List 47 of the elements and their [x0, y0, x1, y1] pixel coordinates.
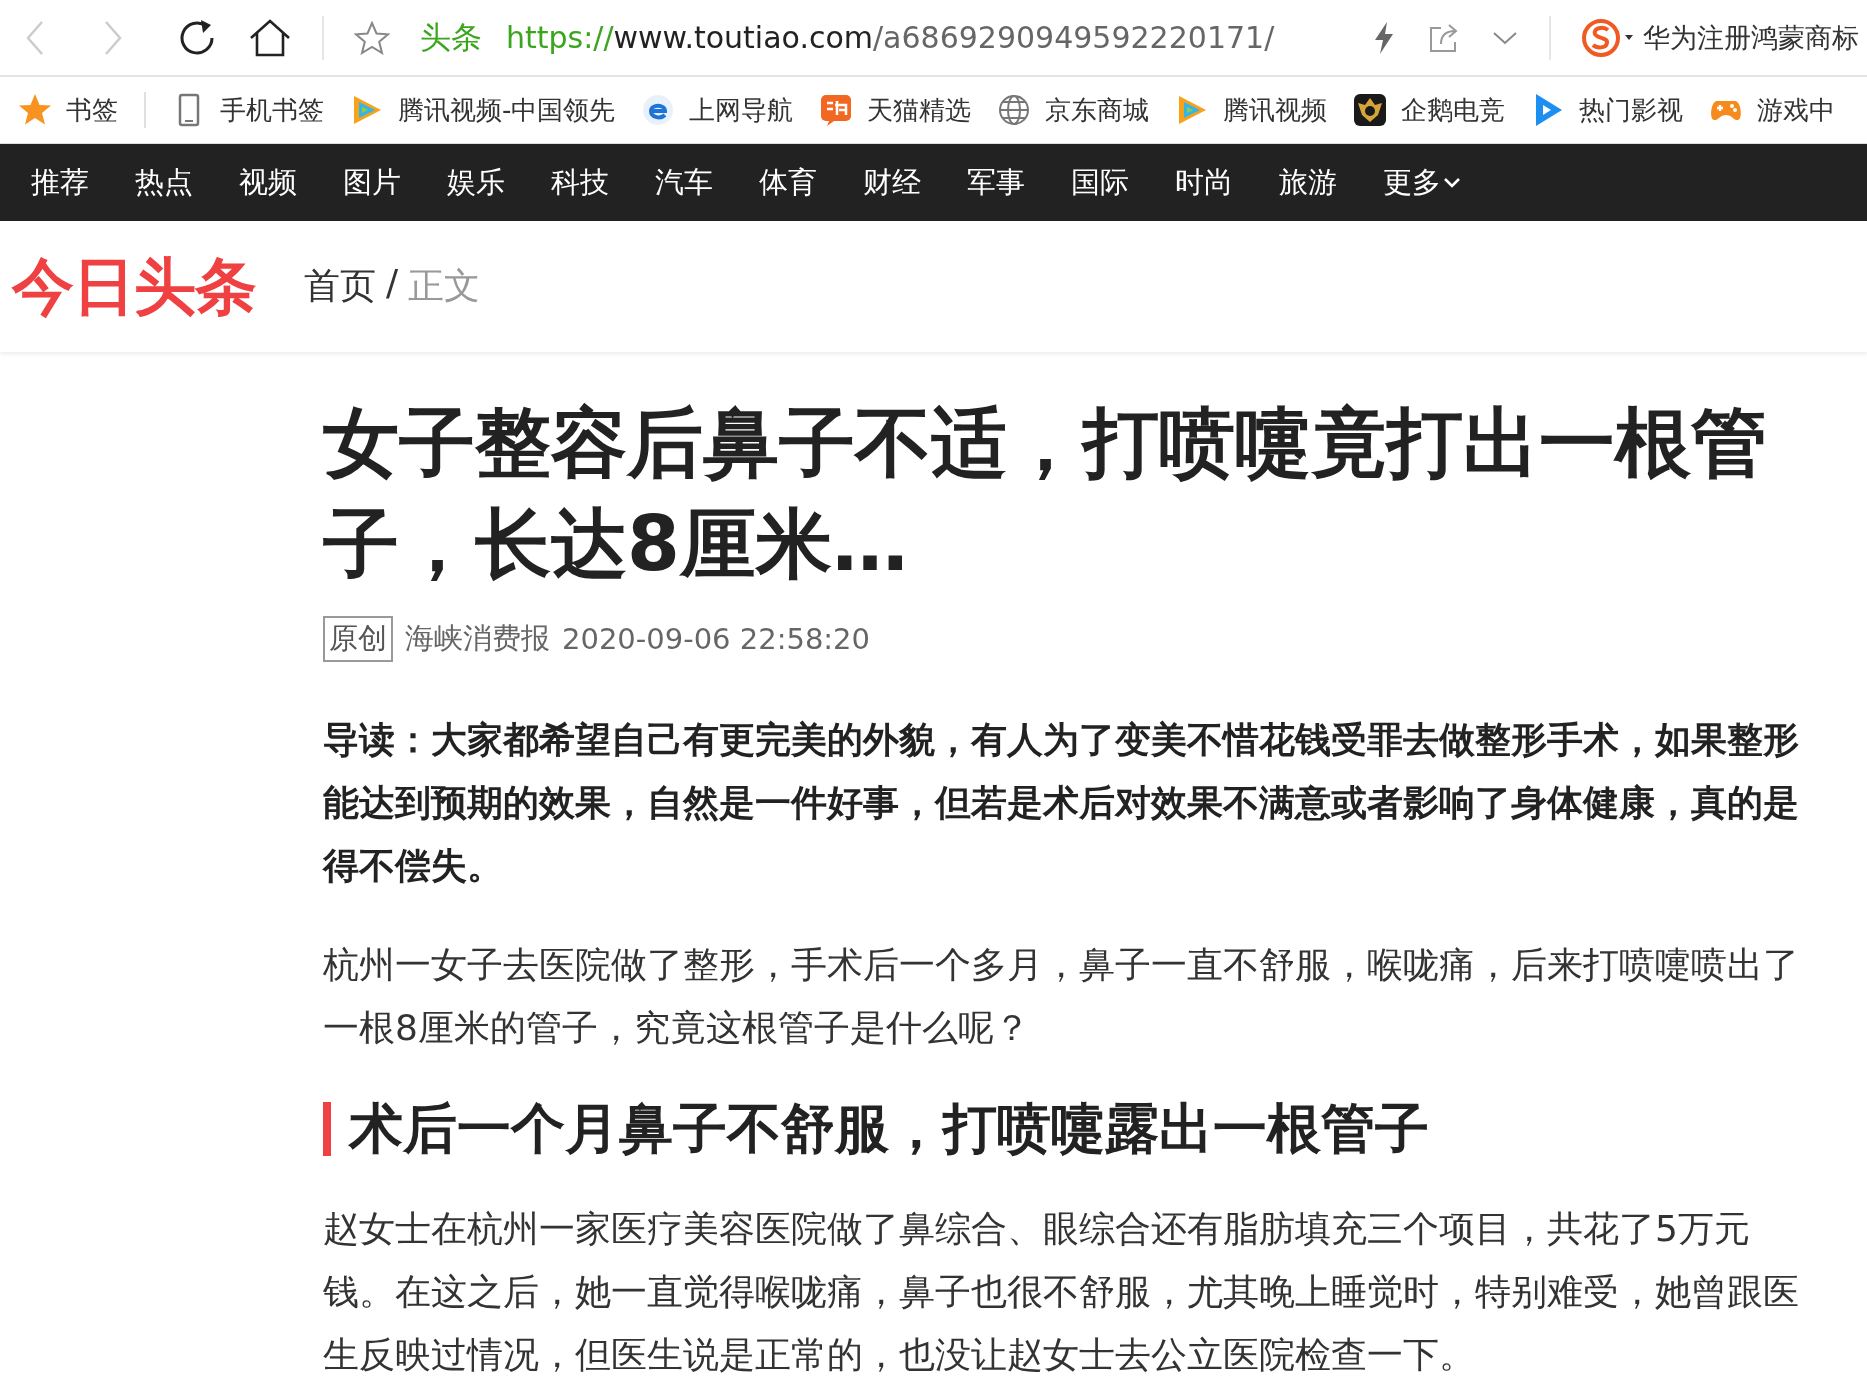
nav-link[interactable]: 图片: [343, 162, 447, 203]
body-paragraph: 杭州一女子去医院做了整形，手术后一个多月，鼻子一直不舒服，喉咙痛，后来打喷嚏喷出了一根8厘米的管子，究竟这根管子是什么呢？: [323, 943, 1800, 1050]
nav-link[interactable]: 旅游: [1279, 162, 1383, 203]
nav-link[interactable]: 科技: [551, 162, 655, 203]
publish-time: 2020-09-06 22:58:20: [562, 622, 870, 656]
nav-link[interactable]: 视频: [239, 162, 343, 203]
bookmark-item[interactable]: 上网导航: [641, 92, 794, 128]
nav-link[interactable]: 财经: [863, 162, 967, 203]
globe-icon: [997, 93, 1032, 127]
bookmark-item[interactable]: 京东商城: [997, 92, 1150, 128]
bookmark-item[interactable]: 热门影视: [1531, 92, 1684, 128]
nav-link[interactable]: 军事: [967, 162, 1071, 203]
lead-paragraph: 导读：大家都希望自己有更完美的外貌，有人为了变美不惜花钱受罪去做整形手术，如果整形能达到预期的效果，自然是一件好事，但若是术后对效果不满意或者影响了身体健康，真的是得不偿失。: [323, 718, 1800, 888]
bookmark-item[interactable]: 腾讯视频-中国领先: [350, 92, 616, 128]
original-tag: 原创: [323, 616, 393, 662]
browser-e-icon: [641, 93, 676, 127]
emblem-icon: [1353, 93, 1388, 127]
breadcrumb-link[interactable]: 首页: [304, 262, 376, 311]
site-label: 头条: [420, 17, 482, 57]
site-logo[interactable]: 今日头条: [12, 244, 256, 329]
home-icon[interactable]: [248, 17, 292, 58]
breadcrumb-separator: /: [386, 262, 399, 305]
search-suggestion[interactable]: 华为注册鸿蒙商标: [1643, 19, 1859, 56]
bookmark-item[interactable]: 游戏中: [1709, 92, 1836, 128]
article-title: 女子整容后鼻子不适，打喷嚏竟打出一根管子，长达8厘米…: [323, 397, 1768, 590]
bookmark-item[interactable]: 天猫精选: [819, 92, 972, 128]
nav-link[interactable]: 汽车: [655, 162, 759, 203]
nav-link[interactable]: 国际: [1071, 162, 1175, 203]
nav-link[interactable]: 推荐: [31, 162, 135, 203]
section-heading: 术后一个月鼻子不舒服，打喷嚏露出一根管子: [349, 1096, 1429, 1162]
nav-link[interactable]: 更多: [1383, 162, 1487, 203]
star-icon[interactable]: [354, 20, 390, 55]
nav-link[interactable]: 体育: [759, 162, 863, 203]
chevron-down-icon: [1443, 176, 1461, 189]
star-icon: [18, 93, 52, 127]
nav-link[interactable]: 时尚: [1175, 162, 1279, 203]
nav-link[interactable]: 娱乐: [447, 162, 551, 203]
bookmark-item[interactable]: 企鹅电竞: [1353, 92, 1506, 128]
bookmark-item[interactable]: 腾讯视频: [1175, 92, 1328, 128]
bookmark-item[interactable]: 手机书签: [172, 92, 324, 128]
address-field[interactable]: https://www.toutiao.com/a6869290949592220171/: [506, 17, 1351, 58]
bookmark-item[interactable]: 书签: [18, 92, 118, 128]
heading-accent-bar: [323, 1102, 331, 1156]
nav-link[interactable]: 热点: [135, 162, 239, 203]
shop-icon: [819, 93, 854, 127]
article-source: 海峡消费报: [405, 620, 550, 657]
body-paragraph: 赵女士在杭州一家医疗美容医院做了鼻综合、眼综合还有脂肪填充三个项目，共花了5万元钱。在这之后，她一直觉得喉咙痛，鼻子也很不舒服，尤其晚上睡觉时，特别难受，她曾跟医生反映过情况，但医生说是正常的，也没让赵女士去公立医院检查一下。: [323, 1207, 1800, 1377]
